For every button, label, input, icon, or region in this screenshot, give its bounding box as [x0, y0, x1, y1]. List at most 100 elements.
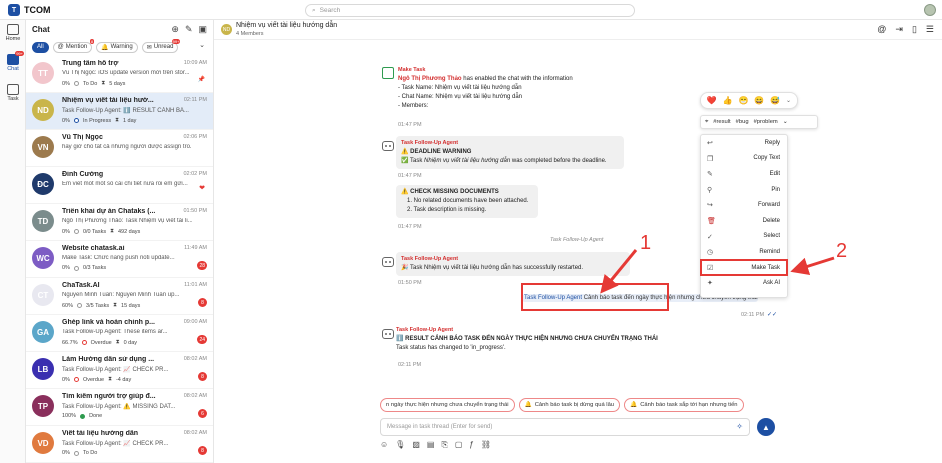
conversation-time: 02:11 PM [183, 97, 207, 103]
new-chat-icon[interactable]: ✎ [185, 24, 193, 35]
file-icon[interactable]: ▤ [427, 440, 435, 450]
message-line: 2. Task description is missing. [407, 207, 487, 213]
conversation-title: Triển khai dự án Chataks (... [62, 208, 156, 215]
task-meta: 0% 0/0 Tasks ⧗ 492 days [62, 228, 140, 235]
message-text-pre: ✅ Task [401, 158, 425, 164]
menu-item-ask-ai[interactable]: ✦ Ask AI [701, 275, 787, 291]
rail-home[interactable]: Home [0, 24, 26, 42]
add-member-icon[interactable]: ⊕ [171, 24, 179, 35]
new-folder-icon[interactable]: ▣ [198, 24, 207, 35]
conversation-row[interactable]: WC Website chatask.ai 11:49 AM Make Task: C… [26, 241, 213, 278]
attach-icon[interactable]: ⎘ [441, 440, 447, 450]
search-placeholder: Search [319, 7, 341, 14]
reaction-grin[interactable]: 😁 [739, 96, 749, 105]
conversation-row[interactable]: ĐC Đinh Cường 02:02 PM Em viết mốt mốt số c… [26, 167, 213, 204]
chevron-down-icon[interactable]: ⌄ [199, 41, 205, 49]
filter-warning-label: Warning [110, 44, 133, 50]
send-button[interactable]: ▲ [757, 418, 775, 436]
task-meta: 0% In Progress ⧗ 1 day [62, 117, 136, 124]
message-text: ✅ Task Nhiệm vụ viết tài liệu hướng dẫn … [401, 157, 619, 166]
task-meta: 100% Done [62, 413, 102, 419]
filter-unread[interactable]: ✉ Unread 99+ [141, 38, 181, 53]
message-make-task[interactable]: Make Task Ngô Thị Phương Thảo has enable… [398, 64, 638, 113]
rail-task[interactable]: Task [0, 84, 26, 102]
mention-icon[interactable]: @ [877, 24, 886, 35]
message-time: 01:50 PM [398, 280, 422, 286]
menu-item-label: Copy Text [753, 155, 780, 162]
sparkle-icon[interactable]: ✧ [736, 422, 743, 431]
search-input[interactable]: ⌕ Search [305, 4, 635, 17]
conversation-row[interactable]: CT ChaTask.AI 11:01 AM Nguyễn Minh Tuấn: Ng… [26, 278, 213, 315]
menu-item-delete[interactable]: 🗑 Delete [701, 213, 787, 229]
message-deadline-warning[interactable]: Task Follow-Up Agent ⚠️ DEADLINE WARNING… [396, 136, 624, 169]
tag-problem[interactable]: #problem [754, 119, 778, 125]
menu-item-label: Select [763, 233, 780, 240]
menu-item-make-task[interactable]: ☑ Make Task [700, 258, 788, 277]
quick-reply-label: Cảnh báo task sắp tới hạn nhưng tiến [640, 402, 738, 408]
conversation-row[interactable]: LB Làm Hướng dẫn sử dụng ... 08:02 AM Task … [26, 352, 213, 389]
chat-title[interactable]: Nhiệm vụ viết tài liệu hướng dẫn [236, 22, 337, 29]
menu-item-select[interactable]: ✓ Select [701, 229, 787, 245]
exit-icon[interactable]: ⇥ [895, 24, 903, 35]
task-days: -4 day [115, 376, 132, 383]
filter-warning[interactable]: 🔔 Warning [96, 41, 138, 53]
chat-avatar[interactable]: ND [221, 24, 232, 35]
menu-item-reply[interactable]: ↩ Reply [701, 135, 787, 151]
menu-item-label: Edit [769, 170, 780, 177]
conversation-row[interactable]: TP Tìm kiếm người trợ giúp đ... 08:02 AM Ta… [26, 389, 213, 426]
conversation-row[interactable]: ND Nhiệm vụ viết tài liệu hướ... 02:11 PM T… [26, 93, 213, 130]
tag-result[interactable]: #result [713, 119, 730, 125]
conversation-row[interactable]: VN Vũ Thị Ngọc 02:06 PM hay giờ cho tất cả … [26, 130, 213, 167]
reaction-thumbs-up[interactable]: 👍 [723, 96, 733, 105]
conversation-row[interactable]: TD Triển khai dự án Chataks (... 01:50 PM N… [26, 204, 213, 241]
task-progress: 0% [62, 265, 70, 271]
filter-all[interactable]: All [32, 41, 49, 53]
chat-members[interactable]: 4 Members [236, 31, 264, 37]
message-result[interactable]: Task Follow-Up Agent ℹ️ RESULT CẢNH BÁO … [396, 324, 686, 355]
chevron-down-icon[interactable]: ⌄ [783, 119, 788, 125]
menu-item-pin[interactable]: ⚲ Pin [701, 182, 787, 198]
conversation-time: 02:06 PM [183, 134, 207, 140]
message-restarted[interactable]: Task Follow-Up Agent 🎉 Task Nhiệm vụ viế… [396, 252, 630, 276]
reaction-sweat-smile[interactable]: 😅 [770, 96, 780, 105]
quick-reply-2[interactable]: 🔔 Cảnh báo task bị dừng quá lâu [518, 398, 621, 412]
conversation-row[interactable]: GA Ghép link và hoàn chỉnh p... 09:00 AM Ta… [26, 315, 213, 352]
emoji-icon[interactable]: ☺ [380, 440, 388, 450]
link-icon[interactable]: ⛓ [481, 440, 491, 450]
format-icon[interactable]: ƒ [469, 440, 473, 450]
menu-item-edit[interactable]: ✎ Edit [701, 166, 787, 182]
mic-icon[interactable]: 🎙 [395, 440, 405, 450]
conversation-row[interactable]: TT Trung tâm hỗ trợ 10:09 AM Vũ Thị Ngọc: i… [26, 56, 213, 93]
menu-item-remind[interactable]: ◷ Remind [701, 244, 787, 260]
quick-reply-3[interactable]: 🔔 Cảnh báo task sắp tới hạn nhưng tiến [624, 398, 744, 412]
conversation-row[interactable]: VD Viết tài liệu hướng dẫn 08:02 AM Task Fo… [26, 426, 213, 463]
message-missing-docs[interactable]: ⚠️ CHECK MISSING DOCUMENTS 1. No related… [396, 185, 538, 218]
panel-icon[interactable]: ▯ [912, 24, 917, 35]
menu-item-copy-text[interactable]: ❐ Copy Text [701, 151, 787, 167]
image-icon[interactable]: ▨ [412, 440, 420, 450]
message-line: - Chat Name: Nhiệm vụ viết tài liệu hướn… [398, 94, 523, 100]
reaction-heart[interactable]: ❤️ [707, 96, 717, 105]
reaction-smile[interactable]: 😄 [754, 96, 764, 105]
menu-item-forward[interactable]: ↪ Forward [701, 197, 787, 213]
filter-all-label: All [37, 44, 44, 50]
task-status: In Progress [82, 117, 112, 124]
task-progress: 60% [62, 302, 74, 309]
task-icon [7, 84, 19, 95]
app-logo: T [8, 4, 20, 16]
chat-list-header: Chat ⊕ ✎ ▣ [26, 20, 213, 38]
chevron-down-icon[interactable]: ⌄ [786, 97, 791, 104]
user-avatar[interactable] [924, 4, 936, 16]
gif-icon[interactable]: ▢ [455, 440, 463, 450]
quick-reply-1[interactable]: n ngày thực hiện nhưng chưa chuyển trạng… [380, 398, 515, 412]
message-input[interactable]: Message in task thread (Enter for send) … [380, 418, 750, 436]
bot-avatar-icon [381, 138, 395, 152]
tag-bug[interactable]: #bug [736, 119, 749, 125]
task-meta: 0% 0/3 Tasks [62, 265, 106, 271]
settings-icon[interactable]: ☰ [926, 24, 934, 35]
filter-mention[interactable]: @ Mention 8 [52, 38, 95, 53]
message-area: Make Task Ngô Thị Phương Thảo has enable… [214, 40, 942, 395]
brand[interactable]: T TCOM [8, 4, 51, 16]
rail-chat[interactable]: 99+ Chat [0, 51, 26, 72]
mention-name[interactable]: Ngô Thị Phương Thảo [398, 76, 462, 82]
